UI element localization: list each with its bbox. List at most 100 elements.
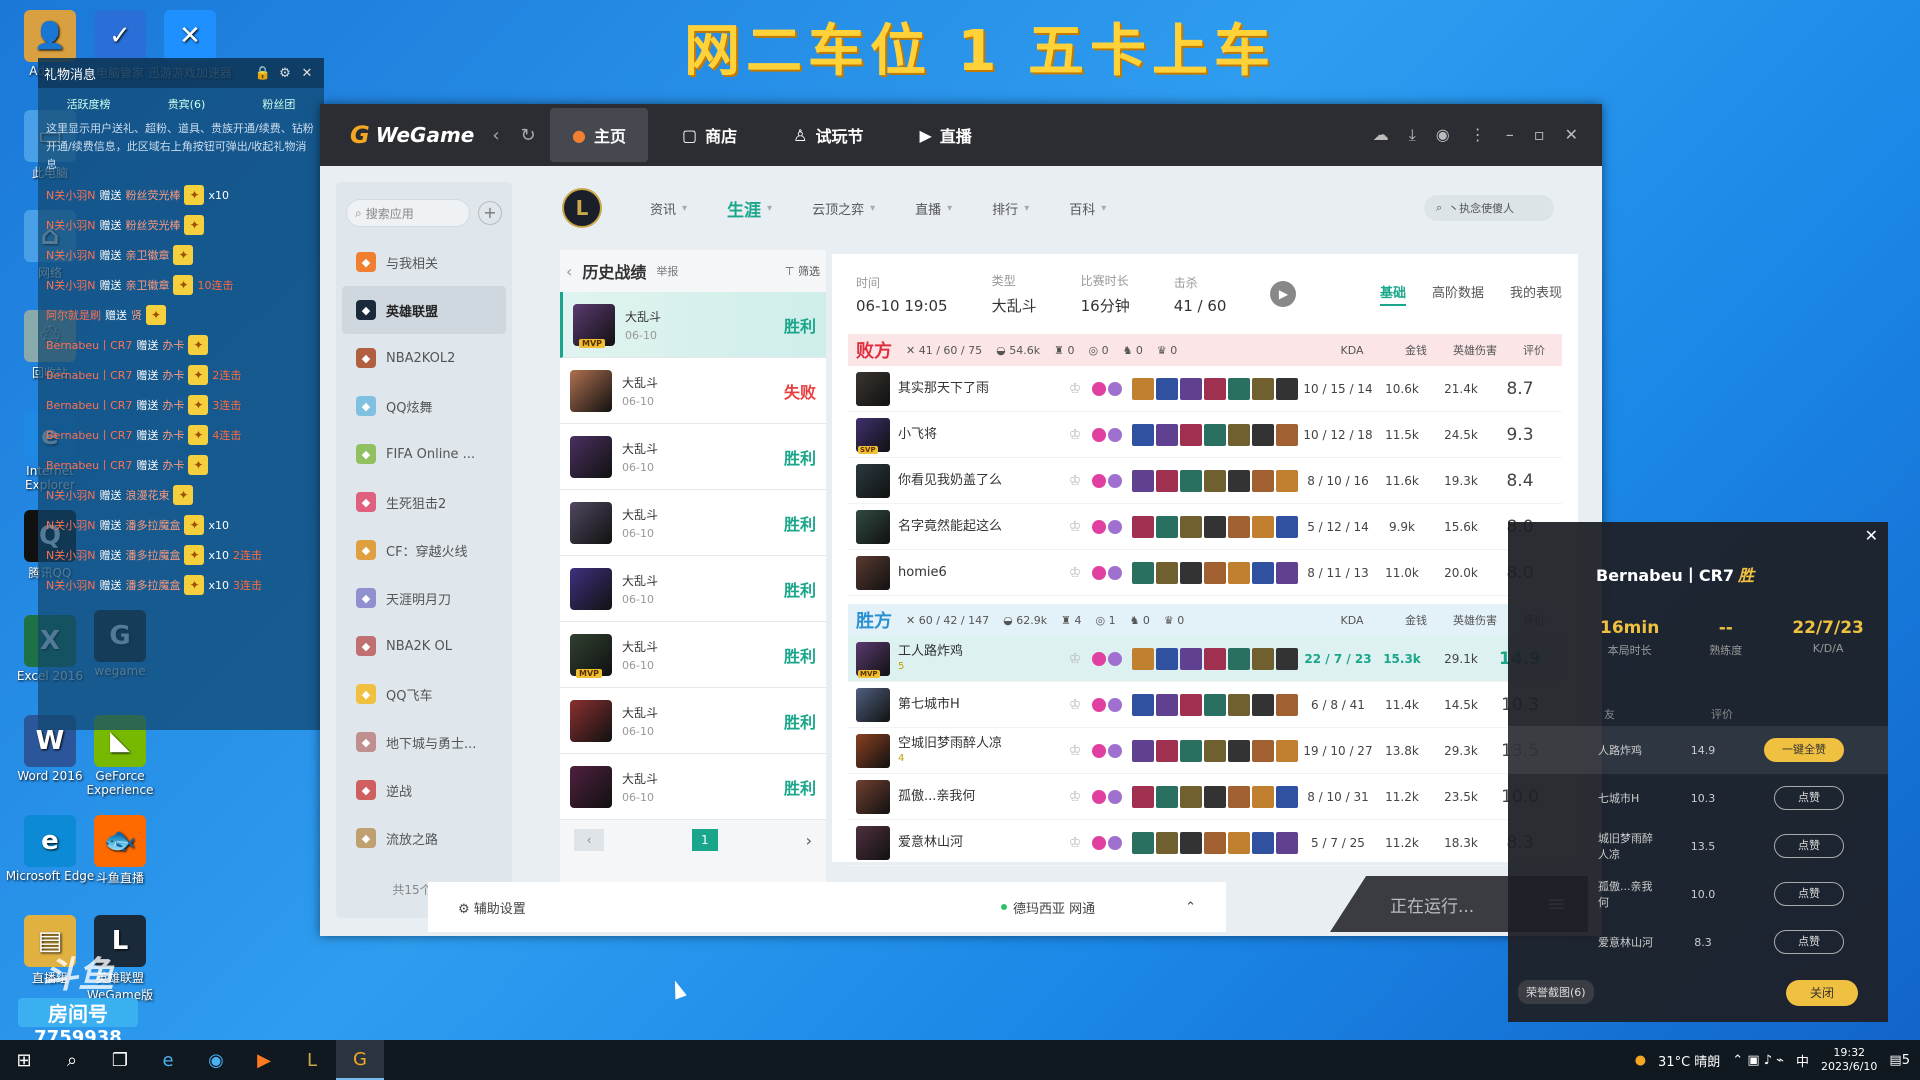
honor-screenshot-button[interactable]: 荣誉截图(6) — [1518, 980, 1594, 1004]
server-selector[interactable]: 德玛西亚 网通 — [1000, 898, 1095, 917]
player-row[interactable]: SVP 小飞将 ♔ 10 / 12 / 18 11.5k 24.5k 9.3 — [848, 412, 1562, 458]
ie-icon[interactable]: e — [144, 1040, 192, 1080]
wegame-taskbar-icon[interactable]: G — [336, 1040, 384, 1080]
close-icon[interactable]: ✕ — [1865, 526, 1878, 545]
prev-page-button[interactable]: ‹ — [574, 829, 604, 851]
sidebar-item[interactable]: ◆ FIFA Online ... — [336, 430, 512, 478]
history-row[interactable]: 大乱斗 06-10 胜利 — [560, 556, 826, 622]
subnav-tab[interactable]: 云顶之弈 ▾ — [812, 196, 875, 221]
item-icon — [1204, 739, 1226, 762]
chevron-up-icon[interactable]: ⌃ — [1185, 900, 1196, 915]
like-button[interactable]: 点赞 — [1774, 834, 1844, 858]
like-button[interactable]: 点赞 — [1774, 882, 1844, 906]
item-icon — [1204, 785, 1226, 808]
popup-close-button[interactable]: 关闭 — [1786, 980, 1858, 1006]
lol-logo-icon[interactable]: L — [562, 188, 602, 228]
player-row[interactable]: 第七城市H♔6 / 8 / 4111.4k14.5k10.3 — [848, 682, 1562, 728]
history-row[interactable]: 大乱斗 06-10 胜利 — [560, 490, 826, 556]
player-row[interactable]: 孤傲...亲我何♔8 / 10 / 3111.2k23.5k10.0 — [848, 774, 1562, 820]
tab-activity-rank[interactable]: 活跃度榜 — [67, 96, 111, 112]
player-row[interactable]: 名字竟然能起这么♔5 / 12 / 149.9k15.6k8.0 — [848, 504, 1562, 550]
sidebar-item[interactable]: ◆ 与我相关 — [336, 238, 512, 286]
notification-icon[interactable]: ▤5 — [1889, 1053, 1910, 1068]
subnav-tab[interactable]: 百科 ▾ — [1069, 196, 1106, 221]
desktop-icon[interactable]: 🐟 斗鱼直播 — [70, 815, 170, 886]
tab-vip[interactable]: 贵宾(6) — [168, 96, 206, 112]
sidebar-item[interactable]: ◆ 地下城与勇士... — [336, 718, 512, 766]
replay-play-icon[interactable]: ▶ — [1270, 281, 1297, 307]
sidebar-item[interactable]: ◆ 流放之路 — [336, 814, 512, 862]
subnav-tab[interactable]: 排行 ▾ — [992, 196, 1029, 221]
sidebar-item[interactable]: ◆ NBA2KOL2 — [336, 334, 512, 382]
back-icon[interactable]: ‹ — [480, 125, 512, 146]
browser-icon[interactable]: ◉ — [192, 1040, 240, 1080]
wegame-logo[interactable]: G WeGame — [320, 121, 480, 149]
ime-indicator[interactable]: 中 — [1796, 1051, 1809, 1070]
tab-home[interactable]: ● 主页 — [550, 108, 648, 162]
player-row[interactable]: 其实那天下了雨 ♔ 10 / 15 / 14 10.6k 21.4k 8.7 — [848, 366, 1562, 412]
player-row[interactable]: 空城旧梦雨醉人凉4♔19 / 10 / 2713.8k29.3k13.5 — [848, 728, 1562, 774]
teammate-score: 14.9 — [1690, 743, 1716, 757]
add-app-button[interactable]: + — [478, 201, 502, 225]
download-icon[interactable]: ⤓ — [1409, 125, 1416, 145]
player-row[interactable]: 爱意林山河♔5 / 7 / 2511.2k18.3k8.3 — [848, 820, 1562, 866]
sidebar-item[interactable]: ◆ 逆战 — [336, 766, 512, 814]
tray-icons[interactable]: ⌃ ▣ ♪ ⌁ — [1732, 1053, 1784, 1068]
tab-advanced[interactable]: 高阶数据 — [1432, 282, 1484, 306]
history-row[interactable]: MVP 大乱斗 06-10 胜利 — [560, 292, 826, 358]
task-view-icon[interactable]: ❐ — [96, 1040, 144, 1080]
minimize-icon[interactable]: – — [1506, 125, 1514, 145]
current-page[interactable]: 1 — [691, 829, 718, 851]
sidebar-item[interactable]: ◆ 生死狙击2 — [336, 478, 512, 526]
close-icon[interactable]: ✕ — [296, 66, 318, 81]
tab-trial[interactable]: ♙ 试玩节 — [771, 108, 885, 162]
sidebar-item[interactable]: ◆ 英雄联盟 — [342, 286, 506, 334]
sidebar-item[interactable]: ◆ QQ飞车 — [336, 670, 512, 718]
search-input[interactable]: ⌕ 搜索应用 — [346, 199, 470, 227]
weather-text[interactable]: 31°C 晴朗 — [1658, 1051, 1720, 1070]
subnav-tab[interactable]: 生涯 ▾ — [727, 196, 772, 221]
lol-taskbar-icon[interactable]: L — [288, 1040, 336, 1080]
subnav-tab[interactable]: 资讯 ▾ — [650, 196, 687, 221]
settings-icon[interactable]: ⚙ — [274, 66, 296, 81]
player-search-input[interactable]: ⌕ 丶执念使傻人 — [1424, 195, 1554, 221]
report-link[interactable]: 举报 — [656, 263, 678, 279]
assist-settings-button[interactable]: ⚙ 辅助设置 — [458, 898, 526, 917]
player-row[interactable]: homie6♔8 / 11 / 1311.0k20.0k8.0 — [848, 550, 1562, 596]
clock[interactable]: 19:32 2023/6/10 — [1821, 1046, 1877, 1074]
tab-basic[interactable]: 基础 — [1379, 282, 1406, 306]
sidebar-item[interactable]: ◆ 天涯明月刀 — [336, 574, 512, 622]
filter-button[interactable]: ⊤ 筛选 — [785, 263, 820, 279]
cloud-icon[interactable]: ☁ — [1373, 125, 1389, 145]
tab-shop[interactable]: ▢ 商店 — [660, 108, 759, 162]
subnav-tab[interactable]: 直播 ▾ — [915, 196, 952, 221]
like-button[interactable]: 一键全赞 — [1764, 738, 1844, 762]
tab-fan-club[interactable]: 粉丝团 — [262, 96, 295, 112]
history-row[interactable]: 大乱斗 06-10 胜利 — [560, 424, 826, 490]
tab-my-performance[interactable]: 我的表现 — [1510, 282, 1562, 306]
avatar-icon[interactable]: ◉ — [1436, 125, 1450, 145]
refresh-icon[interactable]: ↻ — [512, 125, 544, 146]
player-row[interactable]: 你看见我奶盖了么 ♔ 8 / 10 / 16 11.6k 19.3k 8.4 — [848, 458, 1562, 504]
sidebar-item[interactable]: ◆ NBA2K OL — [336, 622, 512, 670]
search-icon[interactable]: ⌕ — [48, 1040, 96, 1080]
close-window-icon[interactable]: ✕ — [1565, 125, 1578, 145]
maximize-icon[interactable]: ▫ — [1534, 125, 1545, 145]
history-row[interactable]: 大乱斗 06-10 胜利 — [560, 754, 826, 820]
like-button[interactable]: 点赞 — [1774, 786, 1844, 810]
sidebar-item[interactable]: ◆ QQ炫舞 — [336, 382, 512, 430]
like-button[interactable]: 点赞 — [1774, 930, 1844, 954]
douyu-icon[interactable]: ▶ — [240, 1040, 288, 1080]
history-row[interactable]: 大乱斗 06-10 胜利 — [560, 688, 826, 754]
lock-icon[interactable]: 🔒 — [252, 66, 274, 81]
start-icon[interactable]: ⊞ — [0, 1040, 48, 1080]
sidebar-item[interactable]: ◆ CF：穿越火线 — [336, 526, 512, 574]
player-row[interactable]: MVP工人路炸鸡5♔22 / 7 / 2315.3k29.1k14.9 — [848, 636, 1562, 682]
more-icon[interactable]: ⋮ — [1470, 125, 1486, 145]
collapse-icon[interactable]: ‹ — [566, 262, 572, 281]
history-row[interactable]: MVP 大乱斗 06-10 胜利 — [560, 622, 826, 688]
tab-live[interactable]: ▶ 直播 — [897, 108, 993, 162]
player-name: 孤傲...亲我何 — [898, 789, 976, 804]
history-row[interactable]: 大乱斗 06-10 失败 — [560, 358, 826, 424]
next-page-button[interactable]: › — [806, 831, 812, 850]
